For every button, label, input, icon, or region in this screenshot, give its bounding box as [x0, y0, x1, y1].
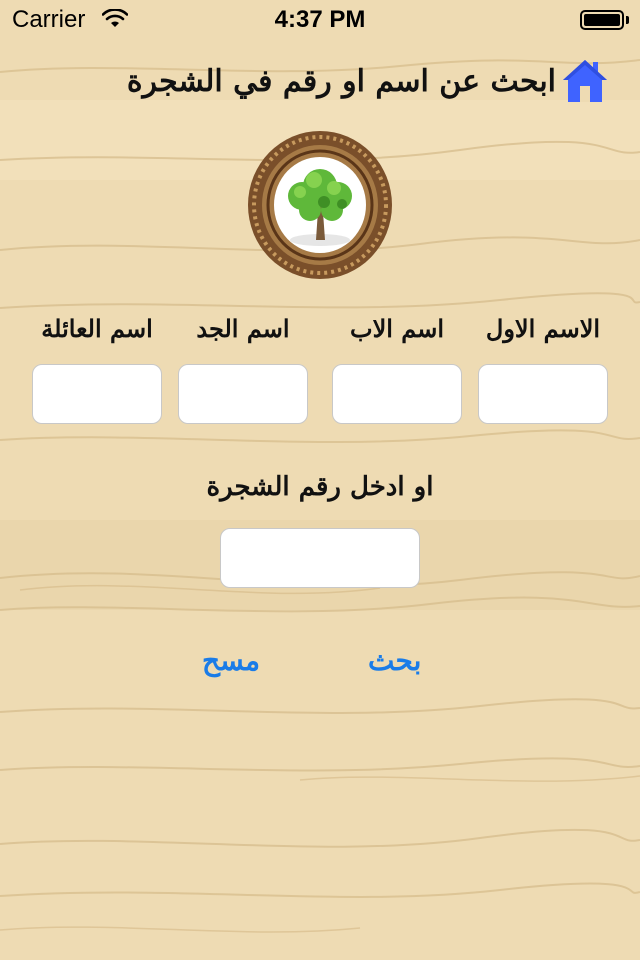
first-name-label: الاسم الاول — [485, 314, 601, 343]
battery-icon — [580, 10, 624, 30]
first-name-input[interactable] — [478, 364, 608, 424]
clock: 4:37 PM — [274, 6, 366, 33]
grandfather-name-input[interactable] — [178, 364, 308, 424]
father-name-label: اسم الاب — [349, 314, 445, 343]
family-name-input[interactable] — [32, 364, 162, 424]
battery-tip — [626, 16, 629, 24]
status-bar: Carrier 4:37 PM — [0, 0, 640, 40]
tree-number-label: او ادخل رقم الشجرة — [206, 472, 434, 502]
tree-number-input[interactable] — [220, 528, 420, 588]
page-title: ابحث عن اسم او رقم في الشجرة — [126, 64, 556, 99]
search-button[interactable]: بحث — [368, 644, 421, 677]
father-name-input[interactable] — [332, 364, 462, 424]
family-name-label: اسم العائلة — [41, 314, 153, 343]
grandfather-name-label: اسم الجد — [196, 314, 290, 343]
tree-icon — [248, 131, 392, 279]
home-icon[interactable] — [560, 56, 610, 106]
clear-button[interactable]: مسح — [202, 644, 260, 677]
